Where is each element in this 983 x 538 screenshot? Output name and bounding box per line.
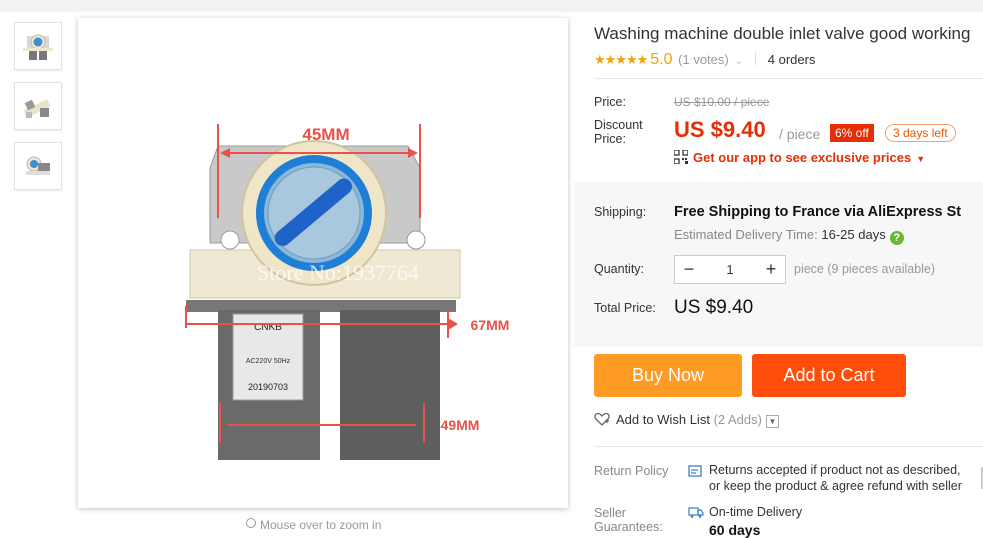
wish-list-row[interactable]: Add to Wish List (2 Adds) ▼ xyxy=(594,412,779,428)
product-photo: CNKB AC220V 50Hz 20190703 Store No:19377… xyxy=(78,18,568,508)
app-promo-text: Get our app to see exclusive prices xyxy=(693,150,912,165)
main-product-image[interactable]: CNKB AC220V 50Hz 20190703 Store No:19377… xyxy=(78,18,568,508)
dimension-height-label: 67MM xyxy=(471,317,510,333)
original-price: US $10.00 / piece xyxy=(674,95,770,109)
rating-stars-icon: ★★★★★ xyxy=(594,52,648,67)
help-icon[interactable]: ? xyxy=(889,231,904,245)
days-left-badge: 3 days left xyxy=(885,124,956,142)
quantity-label: Quantity: xyxy=(594,262,645,276)
return-policy-icon xyxy=(688,465,702,477)
add-to-cart-button[interactable]: Add to Cart xyxy=(752,354,906,397)
discount-price-label: Discount Price: xyxy=(594,118,643,146)
available-pieces: piece (9 pieces available) xyxy=(794,262,936,276)
label-code-text: 20190703 xyxy=(248,382,288,392)
zoom-hint-text: Mouse over to zoom in xyxy=(260,518,382,532)
divider xyxy=(754,53,756,65)
estimated-delivery-value: 16-25 days xyxy=(821,227,886,242)
delivery-truck-icon xyxy=(688,507,704,518)
shipping-label: Shipping: xyxy=(594,205,647,219)
return-policy-line1: Returns accepted if product not as descr… xyxy=(709,463,961,477)
divider xyxy=(594,78,983,79)
product-title: Washing machine double inlet valve good … xyxy=(594,24,971,43)
wish-list-label: Add to Wish List xyxy=(616,412,710,427)
return-policy-line2: or keep the product & agree refund with … xyxy=(709,479,962,493)
on-time-delivery: On-time Delivery xyxy=(709,505,803,519)
valve-angle-thumbnail-icon xyxy=(26,156,50,175)
app-promo-link[interactable]: Get our app to see exclusive prices ▼ xyxy=(674,150,925,165)
thumbnail-1[interactable] xyxy=(14,22,62,70)
qr-code-icon xyxy=(674,150,688,164)
thumbnail-3[interactable] xyxy=(14,142,62,190)
thumbnail-list xyxy=(14,22,64,202)
discount-label-line1: Discount xyxy=(594,118,643,132)
estimated-delivery: Estimated Delivery Time: 16-25 days? xyxy=(674,227,904,245)
zoom-hint: Mouse over to zoom in xyxy=(246,518,381,532)
shipping-method[interactable]: Free Shipping to France via AliExpress S… xyxy=(674,204,961,220)
return-policy-label: Return Policy xyxy=(594,464,669,478)
buy-now-button[interactable]: Buy Now xyxy=(594,354,742,397)
dimension-width-label: 45MM xyxy=(302,125,349,144)
wish-adds-count: (2 Adds) xyxy=(713,412,762,427)
price-label: Price: xyxy=(594,95,626,109)
decrease-quantity-button[interactable]: − xyxy=(675,256,703,283)
quantity-stepper: − + xyxy=(674,255,786,284)
seller-label-line2: Guarantees: xyxy=(594,520,663,534)
orders-count: 4 orders xyxy=(767,52,816,67)
thumbnail-2[interactable] xyxy=(14,82,62,130)
price-unit: / piece xyxy=(779,126,821,142)
divider xyxy=(594,446,983,447)
product-detail-panel: Washing machine double inlet valve good … xyxy=(574,12,983,538)
top-divider-band xyxy=(0,0,983,12)
chevron-down-icon[interactable]: ▼ xyxy=(765,415,779,428)
quantity-input[interactable] xyxy=(703,256,757,283)
estimated-delivery-label: Estimated Delivery Time: xyxy=(674,227,818,242)
discount-label-line2: Price: xyxy=(594,132,626,146)
label-rating-text: AC220V 50Hz xyxy=(246,358,291,365)
magnifier-icon xyxy=(246,518,256,528)
caret-down-icon: ▼ xyxy=(916,154,926,164)
current-price: US $9.40 xyxy=(674,117,766,142)
discount-badge: 6% off xyxy=(830,124,874,142)
dimension-depth-label: 49MM xyxy=(441,417,480,433)
total-price: US $9.40 xyxy=(674,297,754,318)
increase-quantity-button[interactable]: + xyxy=(757,256,785,283)
on-time-delivery-days: 60 days xyxy=(709,522,761,538)
total-price-label: Total Price: xyxy=(594,301,656,315)
seller-label-line1: Seller xyxy=(594,506,626,520)
votes-link[interactable]: (1 votes) xyxy=(678,52,729,67)
return-policy-text: Returns accepted if product not as descr… xyxy=(709,462,962,494)
seller-guarantees-label: Seller Guarantees: xyxy=(594,506,663,534)
valve-thumbnail-icon xyxy=(23,34,53,60)
valve-side-thumbnail-icon xyxy=(23,99,51,118)
rating-row: ★★★★★ 5.0 (1 votes) ⌄ 4 orders xyxy=(594,51,815,69)
watermark-text: Store No:1937764 xyxy=(257,260,419,285)
heart-icon xyxy=(594,412,610,426)
chevron-down-icon[interactable]: ⌄ xyxy=(735,56,743,67)
rating-score: 5.0 xyxy=(650,51,673,68)
